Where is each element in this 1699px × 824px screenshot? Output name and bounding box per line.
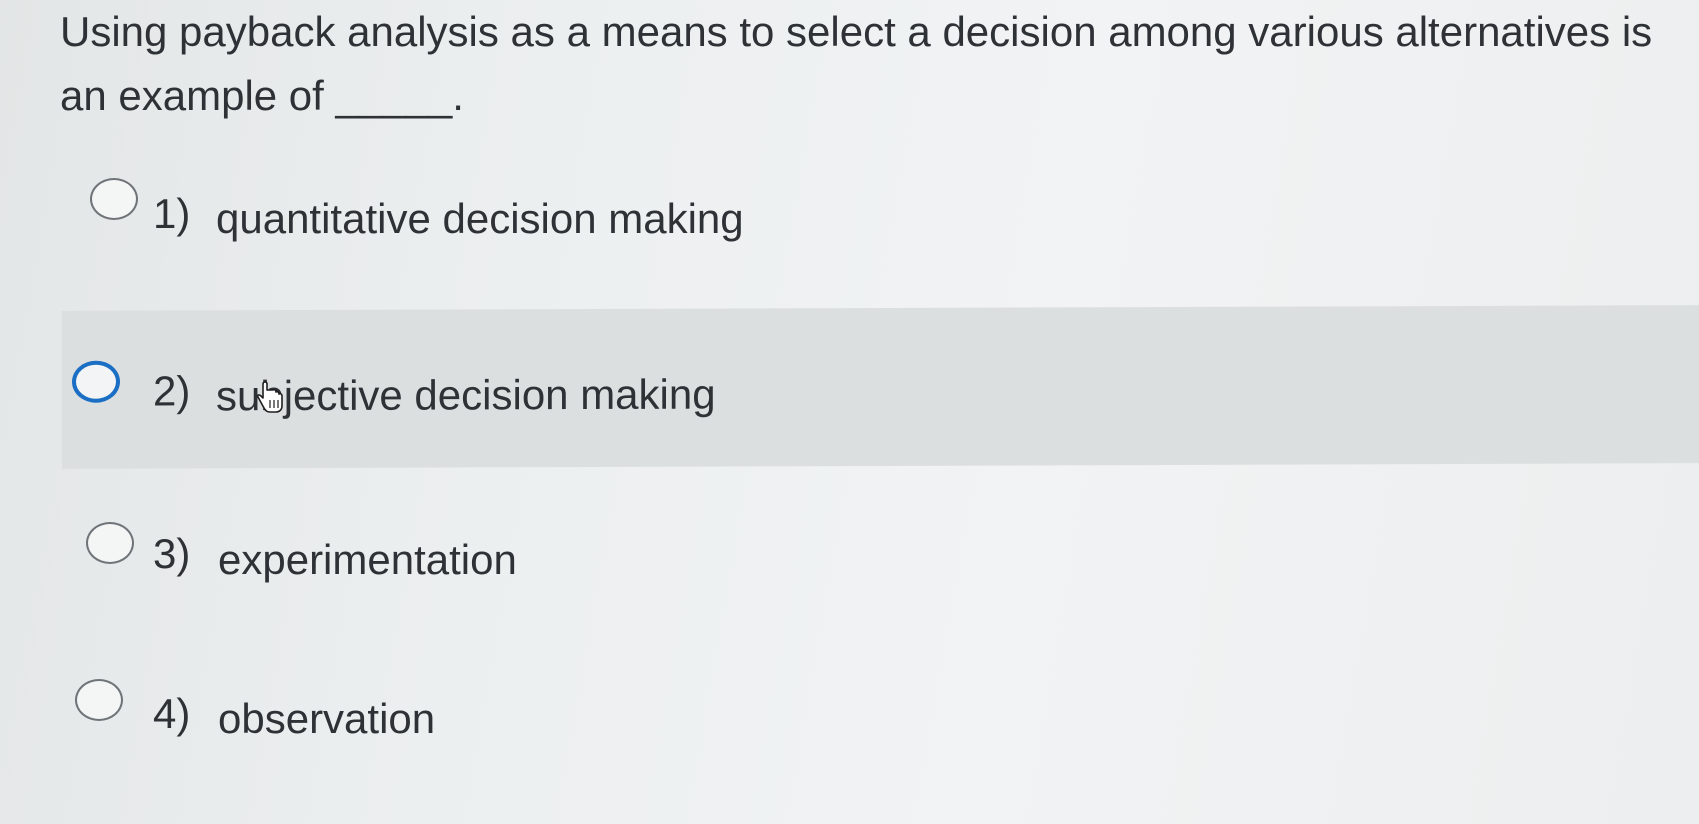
radio-button-option-4[interactable]	[75, 679, 123, 721]
answer-option-3[interactable]: 3) experimentation	[0, 486, 1699, 636]
question-line-2: an example of _____.	[60, 72, 464, 119]
hand-pointer-icon	[256, 381, 283, 413]
option-number: 3)	[153, 530, 191, 577]
option-label: experimentation	[218, 536, 517, 583]
option-number: 4)	[153, 690, 191, 737]
option-label: observation	[218, 695, 436, 742]
option-number: 2)	[153, 367, 191, 415]
answer-option-4[interactable]: 4) observation	[0, 650, 1699, 800]
option-number: 1)	[153, 190, 191, 237]
answer-option-1[interactable]: 1) quantitative decision making	[0, 160, 1699, 310]
radio-button-option-3[interactable]	[86, 522, 134, 564]
option-label: quantitative decision making	[216, 195, 744, 242]
radio-button-option-1[interactable]	[90, 178, 138, 220]
question-text: Using payback analysis as a means to sel…	[60, 0, 1699, 128]
answer-option-2[interactable]: 2) subjective decision making	[62, 305, 1699, 469]
option-label: subjective decision making	[216, 370, 716, 420]
radio-button-option-2[interactable]	[72, 360, 120, 403]
question-line-1: Using payback analysis as a means to sel…	[60, 8, 1653, 55]
